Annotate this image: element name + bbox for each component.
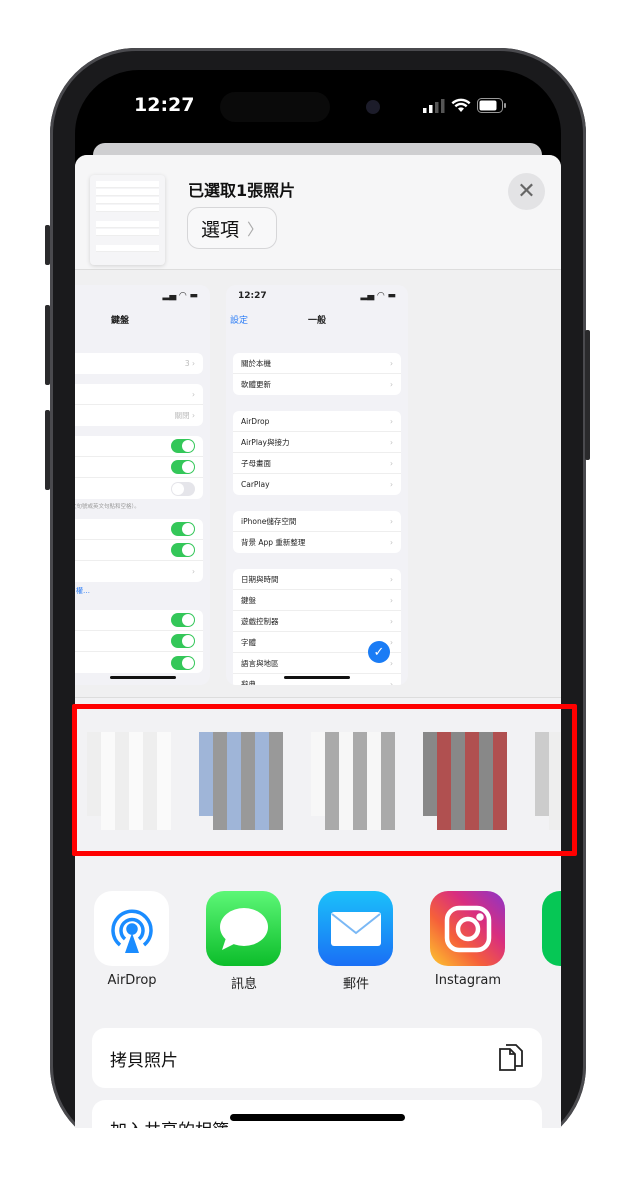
options-button[interactable]: 選項〉 bbox=[187, 207, 277, 249]
settings-row[interactable]: CarPlay › bbox=[233, 474, 401, 495]
close-button[interactable]: ✕ bbox=[508, 173, 545, 210]
wifi-icon bbox=[451, 98, 471, 112]
share-sheet: 已選取1張照片 選項〉 ✕ ▂▄ ◠ ▬ 鍵盤 3 › ›盤關閉 › 符號 輸入… bbox=[75, 155, 561, 1155]
mute-switch bbox=[45, 225, 50, 265]
app-label: AirDrop bbox=[107, 973, 157, 988]
copy-icon bbox=[499, 1044, 523, 1071]
settings-row[interactable]: 日期與時間 › bbox=[233, 569, 401, 590]
settings-row[interactable]: iPhone儲存空間 › bbox=[233, 511, 401, 532]
line-icon bbox=[542, 891, 561, 966]
power-button bbox=[585, 330, 590, 460]
link[interactable]: 權… bbox=[75, 582, 210, 600]
photo-thumbnail[interactable] bbox=[90, 175, 165, 265]
screenshot-keyboard[interactable]: ▂▄ ◠ ▬ 鍵盤 3 › ›盤關閉 › 符號 輸入句號（中文句號或英文句點和空… bbox=[75, 285, 210, 685]
app-instagram[interactable]: Instagram bbox=[430, 891, 506, 992]
selected-checkmark-icon: ✓ bbox=[368, 641, 390, 663]
photo-preview-strip[interactable]: ▂▄ ◠ ▬ 鍵盤 3 › ›盤關閉 › 符號 輸入句號（中文句號或英文句點和空… bbox=[75, 270, 561, 698]
highlight-box bbox=[72, 704, 577, 856]
app-line[interactable] bbox=[542, 891, 561, 992]
home-indicator[interactable] bbox=[230, 1114, 405, 1121]
settings-group: 日期與時間 › 鍵盤 › 遊戲控制器 › 字體 › 語言與地區 › 辭典 › bbox=[233, 569, 401, 685]
settings-row[interactable]: 子母畫面 › bbox=[233, 453, 401, 474]
instagram-icon bbox=[430, 891, 505, 966]
volume-up-button bbox=[45, 305, 50, 385]
settings-row[interactable]: 軟體更新 › bbox=[233, 374, 401, 395]
airdrop-icon bbox=[94, 891, 169, 966]
battery-icon bbox=[477, 98, 506, 113]
volume-down-button bbox=[45, 410, 50, 490]
dynamic-island bbox=[220, 92, 330, 122]
app-row: AirDrop 訊息 郵件 Instagram bbox=[94, 891, 561, 992]
options-label: 選項 bbox=[200, 218, 239, 241]
settings-row[interactable]: 背景 App 重新整理 › bbox=[233, 532, 401, 553]
app-mail[interactable]: 郵件 bbox=[318, 891, 394, 992]
app-label: Instagram bbox=[434, 973, 502, 988]
app-label: 郵件 bbox=[342, 977, 369, 992]
settings-group: iPhone儲存空間 › 背景 App 重新整理 › bbox=[233, 511, 401, 553]
settings-row[interactable]: AirDrop › bbox=[233, 411, 401, 432]
nav-title: 一般 bbox=[307, 316, 326, 326]
settings-row[interactable]: 關於本機 › bbox=[233, 353, 401, 374]
settings-row[interactable]: 鍵盤 › bbox=[233, 590, 401, 611]
app-airdrop[interactable]: AirDrop bbox=[94, 891, 170, 992]
nav-title: 鍵盤 bbox=[110, 316, 129, 326]
footnote: 輸入句號（中文句號或英文句點和空格）。 bbox=[75, 504, 140, 510]
chevron-right-icon: 〉 bbox=[247, 220, 264, 239]
copy-photo-action[interactable]: 拷貝照片 bbox=[92, 1028, 542, 1088]
action-label: 拷貝照片 bbox=[110, 1050, 178, 1071]
mail-icon bbox=[318, 891, 393, 966]
screenshot-general[interactable]: 12:27 ▂▄ ◠ ▬ 設定 一般 關於本機 › 軟體更新 › AirDrop › AirPl… bbox=[226, 285, 408, 685]
messages-icon bbox=[206, 891, 281, 966]
app-messages[interactable]: 訊息 bbox=[206, 891, 282, 992]
camera bbox=[366, 100, 380, 114]
settings-row[interactable]: 遊戲控制器 › bbox=[233, 611, 401, 632]
signal-icon bbox=[423, 99, 445, 113]
app-label: 訊息 bbox=[230, 977, 257, 992]
share-header: 已選取1張照片 選項〉 ✕ bbox=[75, 155, 561, 270]
settings-group: AirDrop › AirPlay與接力 › 子母畫面 › CarPlay › bbox=[233, 411, 401, 495]
status-icons bbox=[423, 98, 507, 113]
share-title: 已選取1張照片 bbox=[188, 181, 296, 200]
xmark-icon: ✕ bbox=[517, 179, 536, 204]
back-link: 設定 bbox=[230, 316, 249, 326]
settings-row[interactable]: AirPlay與接力 › bbox=[233, 432, 401, 453]
settings-group: 關於本機 › 軟體更新 › bbox=[233, 353, 401, 395]
status-time: 12:27 bbox=[134, 94, 195, 116]
